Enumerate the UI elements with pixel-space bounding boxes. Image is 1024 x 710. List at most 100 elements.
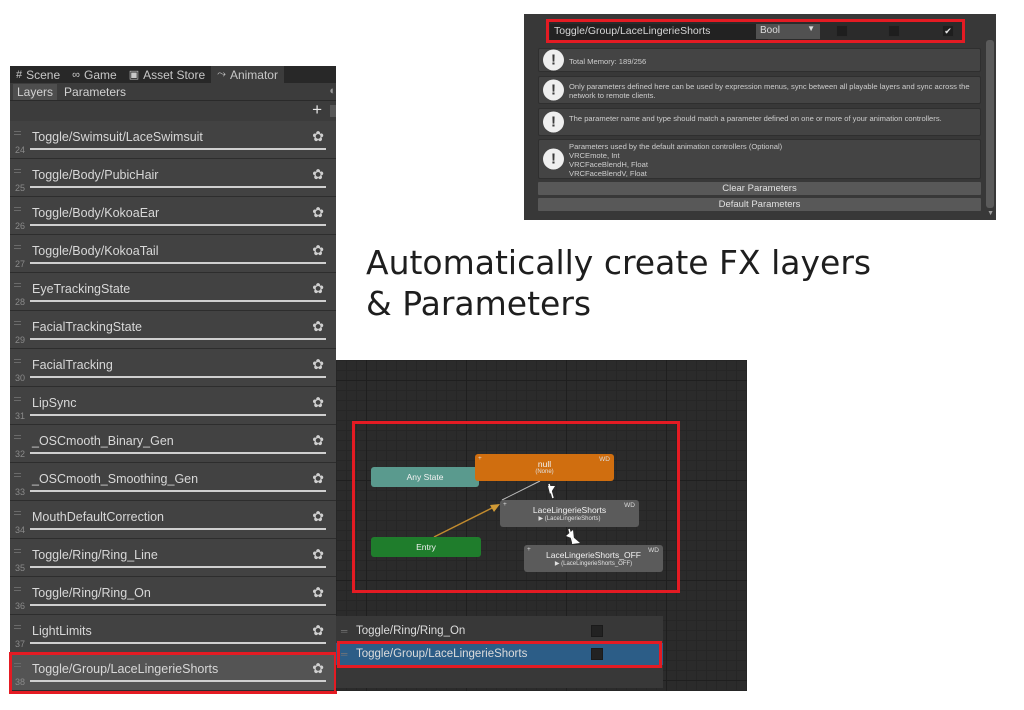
- layer-row[interactable]: Toggle/Ring/Ring_On 36 ✿: [10, 577, 336, 615]
- animator-window: # Scene ∞ Game ▣ Asset Store ⤳ Animator Laye…: [10, 66, 336, 692]
- add-layer-button[interactable]: +: [312, 100, 322, 120]
- gear-icon[interactable]: ✿: [312, 622, 324, 639]
- layer-row[interactable]: Toggle/Body/KokoaEar 26 ✿: [10, 197, 336, 235]
- info-box-defaults: ! Parameters used by the default animati…: [538, 139, 981, 179]
- list-item[interactable]: ═ Toggle/Ring/Ring_On: [336, 620, 663, 642]
- drag-handle-icon[interactable]: [14, 511, 21, 517]
- gear-icon[interactable]: ✿: [312, 128, 324, 145]
- tab-scene-label: Scene: [26, 67, 61, 82]
- tab-game-label: Game: [84, 67, 117, 82]
- tab-animator-label: Animator: [229, 67, 278, 82]
- scene-icon: #: [16, 68, 23, 81]
- gear-icon[interactable]: ✿: [312, 166, 324, 183]
- animator-icon: ⤳: [217, 68, 226, 80]
- gear-icon[interactable]: ✿: [312, 204, 324, 221]
- clear-parameters-button[interactable]: Clear Parameters: [538, 182, 981, 195]
- layer-row[interactable]: Toggle/Body/PubicHair 25 ✿: [10, 159, 336, 197]
- layer-weight-slider[interactable]: [30, 262, 326, 264]
- layer-name: Toggle/Ring/Ring_Line: [32, 548, 158, 562]
- layer-weight-slider[interactable]: [30, 414, 326, 416]
- layer-weight-slider[interactable]: [30, 642, 326, 644]
- tab-parameters[interactable]: Parameters: [60, 84, 130, 100]
- info-text-sync: Only parameters defined here can be used…: [569, 82, 970, 100]
- gear-icon[interactable]: ✿: [312, 508, 324, 525]
- gear-icon[interactable]: ✿: [312, 280, 324, 297]
- list-item-checkbox[interactable]: [591, 625, 603, 637]
- layer-row[interactable]: FacialTracking 30 ✿: [10, 349, 336, 387]
- layer-row[interactable]: MouthDefaultCorrection 34 ✿: [10, 501, 336, 539]
- layer-row[interactable]: _OSCmooth_Smoothing_Gen 33 ✿: [10, 463, 336, 501]
- layer-index: 24: [15, 145, 26, 155]
- layer-weight-slider[interactable]: [30, 376, 326, 378]
- drag-handle-icon[interactable]: [14, 283, 21, 289]
- layer-row[interactable]: Toggle/Ring/Ring_Line 35 ✿: [10, 539, 336, 577]
- gear-icon[interactable]: ✿: [312, 546, 324, 563]
- gear-icon[interactable]: ✿: [312, 318, 324, 335]
- drag-handle-icon[interactable]: [14, 397, 21, 403]
- layer-name: Toggle/Body/KokoaEar: [32, 206, 160, 220]
- drag-handle-icon[interactable]: [14, 473, 21, 479]
- layer-name: LightLimits: [32, 624, 92, 638]
- layer-row[interactable]: Toggle/Body/KokoaTail 27 ✿: [10, 235, 336, 273]
- gear-icon[interactable]: ✿: [312, 394, 324, 411]
- tab-animator[interactable]: ⤳ Animator: [211, 66, 284, 83]
- layer-index: 36: [15, 601, 26, 611]
- drag-handle-icon[interactable]: [14, 169, 21, 175]
- layer-weight-slider[interactable]: [30, 528, 326, 530]
- drag-handle-icon[interactable]: [14, 321, 21, 327]
- default-parameters-button[interactable]: Default Parameters: [538, 198, 981, 211]
- layer-weight-slider[interactable]: [30, 300, 326, 302]
- tab-game[interactable]: ∞ Game: [66, 66, 123, 83]
- list-item-label: Toggle/Ring/Ring_On: [356, 625, 466, 637]
- highlight-box-list: [337, 641, 662, 668]
- info-text-match: The parameter name and type should match…: [569, 114, 942, 123]
- drag-handle-icon[interactable]: [14, 245, 21, 251]
- tab-layers[interactable]: Layers: [13, 83, 58, 100]
- layer-row[interactable]: _OSCmooth_Binary_Gen 32 ✿: [10, 425, 336, 463]
- layer-index: 26: [15, 221, 26, 231]
- inspector-scrollbar[interactable]: [986, 40, 994, 208]
- tab-scene[interactable]: # Scene: [10, 66, 66, 83]
- layer-name: LipSync: [32, 396, 77, 410]
- gear-icon[interactable]: ✿: [312, 432, 324, 449]
- highlight-box-layer: [9, 652, 337, 694]
- layer-row[interactable]: LipSync 31 ✿: [10, 387, 336, 425]
- drag-handle-icon[interactable]: [14, 207, 21, 213]
- layer-row[interactable]: EyeTrackingState 28 ✿: [10, 273, 336, 311]
- layer-index: 32: [15, 449, 26, 459]
- drag-handle-icon[interactable]: [14, 625, 21, 631]
- gear-icon[interactable]: ✿: [312, 470, 324, 487]
- layer-name: Toggle/Swimsuit/LaceSwimsuit: [32, 130, 203, 144]
- gear-icon[interactable]: ✿: [312, 356, 324, 373]
- layer-row[interactable]: LightLimits 37 ✿: [10, 615, 336, 653]
- layer-weight-slider[interactable]: [30, 566, 326, 568]
- layer-weight-slider[interactable]: [30, 490, 326, 492]
- drag-handle-icon[interactable]: ═: [341, 620, 347, 642]
- drag-handle-icon[interactable]: [14, 131, 21, 137]
- drag-handle-icon[interactable]: [14, 359, 21, 365]
- drag-handle-icon[interactable]: [14, 587, 21, 593]
- tab-asset-store[interactable]: ▣ Asset Store: [123, 66, 211, 83]
- scroll-down-icon[interactable]: ▼: [987, 210, 994, 217]
- eye-icon[interactable]: ◐: [329, 85, 336, 97]
- layer-weight-slider[interactable]: [30, 186, 326, 188]
- animator-subtabs: Layers Parameters ◐: [10, 83, 336, 101]
- layer-row[interactable]: FacialTrackingState 29 ✿: [10, 311, 336, 349]
- layer-weight-slider[interactable]: [30, 604, 326, 606]
- layer-name: _OSCmooth_Smoothing_Gen: [32, 472, 199, 486]
- warning-icon: !: [543, 148, 564, 170]
- layer-row[interactable]: Toggle/Swimsuit/LaceSwimsuit 24 ✿: [10, 121, 336, 159]
- caption-line-1: Automatically create FX layers: [366, 243, 872, 282]
- layer-weight-slider[interactable]: [30, 148, 326, 150]
- add-layer-dropdown[interactable]: [330, 105, 336, 117]
- layer-index: 31: [15, 411, 26, 421]
- drag-handle-icon[interactable]: [14, 435, 21, 441]
- warning-icon: !: [543, 49, 564, 71]
- gear-icon[interactable]: ✿: [312, 242, 324, 259]
- layer-weight-slider[interactable]: [30, 338, 326, 340]
- layer-weight-slider[interactable]: [30, 452, 326, 454]
- layer-index: 33: [15, 487, 26, 497]
- gear-icon[interactable]: ✿: [312, 584, 324, 601]
- layer-weight-slider[interactable]: [30, 224, 326, 226]
- drag-handle-icon[interactable]: [14, 549, 21, 555]
